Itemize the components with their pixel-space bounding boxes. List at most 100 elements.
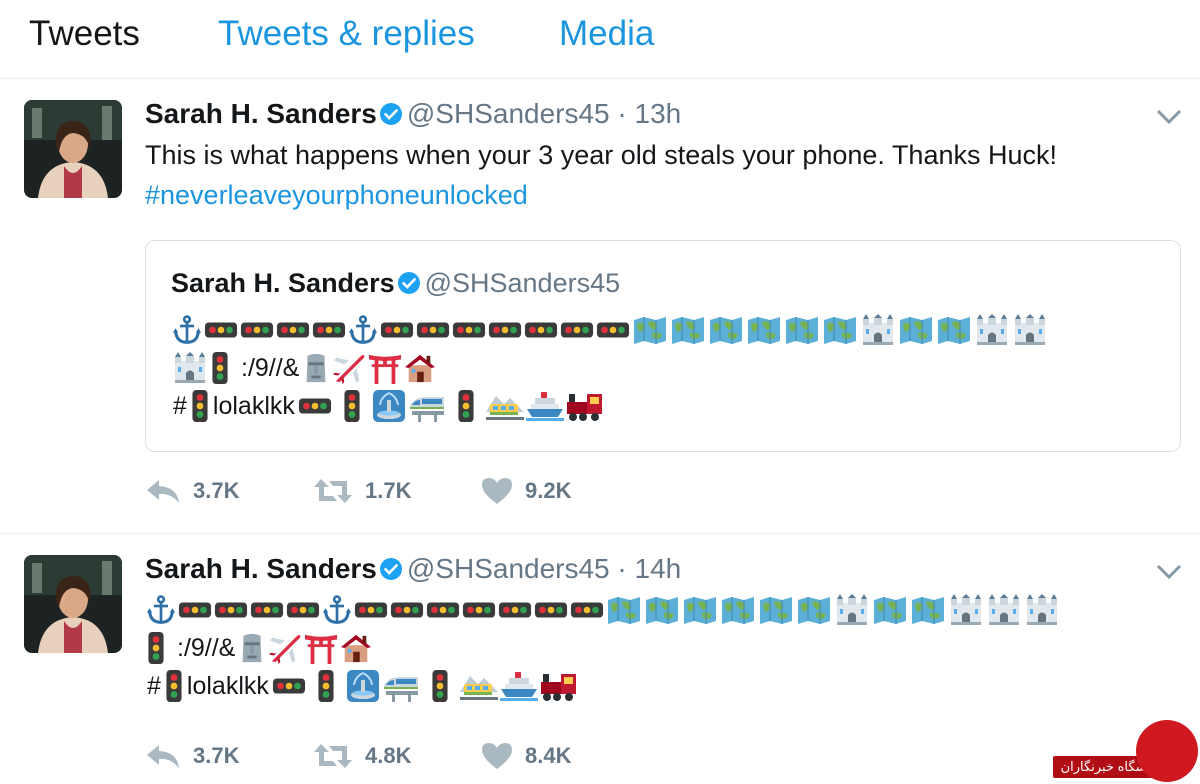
author-name[interactable]: Sarah H. Sanders [145,553,377,584]
anchor-icon [146,594,176,626]
mountain-railway-icon [460,670,498,702]
emoji-row-1 [171,311,1049,349]
quoted-tweet[interactable]: Sarah H. Sanders @SHSanders45:/9//& # l… [145,240,1181,452]
like-count: 9.2K [525,478,572,503]
horizontal-traffic-light-icon [524,320,558,340]
separator: · [617,98,627,129]
vertical-traffic-light-icon [210,351,230,385]
castle-icon [974,314,1010,346]
timestamp[interactable]: 14h [635,553,682,584]
world-map-icon [708,315,744,345]
reply-button[interactable]: 3.7K [145,477,239,505]
world-map-icon [632,315,668,345]
author-handle[interactable]: @SHSanders45 [407,553,610,584]
verified-badge-icon [379,555,403,589]
horizontal-traffic-light-icon [178,600,212,620]
horizontal-traffic-light-icon [534,600,568,620]
author-name[interactable]: Sarah H. Sanders [145,98,377,129]
like-button[interactable]: 9.2K [481,477,571,505]
vertical-traffic-light-icon [146,631,166,665]
tweet[interactable]: Sarah H. Sanders @SHSanders45 · 13h This … [0,79,1200,534]
horizontal-traffic-light-icon [286,600,320,620]
horizontal-traffic-light-icon [390,600,424,620]
like-button[interactable]: 8.4K [481,742,571,770]
anchor-icon [322,594,352,626]
horizontal-traffic-light-icon [298,396,332,416]
world-map-icon [758,595,794,625]
caret-down-icon[interactable] [1156,109,1182,130]
quoted-author-handle: @SHSanders45 [424,268,621,298]
horizontal-traffic-light-icon [272,676,306,696]
reply-button[interactable]: 3.7K [145,742,239,770]
horizontal-traffic-light-icon [214,600,248,620]
watermark-circle [1136,720,1198,782]
caret-down-icon[interactable] [1156,564,1182,585]
vertical-traffic-light-icon [164,669,184,703]
locomotive-icon [540,669,578,703]
horizontal-traffic-light-icon [426,600,460,620]
avatar[interactable] [24,555,122,653]
tweet-text-fragment: # [147,672,161,700]
castle-icon [860,314,896,346]
world-map-icon [670,315,706,345]
verified-badge-icon [397,269,421,303]
tweet-text: :/9//& # lolaklkk [145,591,1061,705]
heart-icon [482,743,512,769]
horizontal-traffic-light-icon [240,320,274,340]
horizontal-traffic-light-icon [462,600,496,620]
world-map-icon [784,315,820,345]
tab-tweets-and-replies[interactable]: Tweets & replies [218,14,475,54]
verified-badge-icon [379,100,403,134]
horizontal-traffic-light-icon [560,320,594,340]
world-map-icon [644,595,680,625]
castle-icon [1012,314,1048,346]
house-icon [404,353,436,383]
horizontal-traffic-light-icon [596,320,630,340]
vertical-traffic-light-icon [316,669,336,703]
horizontal-traffic-light-icon [570,600,604,620]
world-map-icon [746,315,782,345]
emoji-row-1 [145,591,1061,629]
tweet-body: This is what happens when your 3 year ol… [145,140,1058,170]
timestamp[interactable]: 13h [635,98,682,129]
reply-count: 3.7K [193,743,240,768]
retweet-icon [314,744,352,768]
horizontal-traffic-light-icon [416,320,450,340]
vertical-traffic-light-icon [342,389,362,423]
vertical-traffic-light-icon [430,669,450,703]
world-map-icon [872,595,908,625]
moai-icon [238,632,266,664]
profile-tabs: Tweets Tweets & replies Media [0,0,1200,79]
castle-icon [1024,594,1060,626]
moai-icon [302,352,330,384]
monorail-icon [408,390,446,422]
retweet-button[interactable]: 4.8K [313,742,411,770]
world-map-icon [682,595,718,625]
emoji-row-2: :/9//& [171,349,1049,387]
mountain-railway-icon [486,390,524,422]
locomotive-icon [566,389,604,423]
tweet-header: Sarah H. Sanders @SHSanders45 · 14h [145,552,681,589]
tab-media[interactable]: Media [559,14,654,54]
tweet-text-fragment: lolaklkk [186,672,269,700]
horizontal-traffic-light-icon [312,320,346,340]
vertical-traffic-light-icon [190,389,210,423]
retweet-button[interactable]: 1.7K [313,477,411,505]
monorail-icon [382,670,420,702]
reply-icon [147,480,179,503]
like-count: 8.4K [525,743,572,768]
retweet-count: 1.7K [365,478,412,503]
avatar[interactable] [24,100,122,198]
horizontal-traffic-light-icon [380,320,414,340]
hashtag-link[interactable]: #neverleaveyourphoneunlocked [145,175,1057,215]
tab-tweets[interactable]: Tweets [29,14,140,54]
tweet-text-fragment: :/9//& [177,634,236,662]
retweet-icon [314,479,352,503]
quoted-tweet-body: :/9//& # lolaklkk [171,311,1049,425]
author-handle[interactable]: @SHSanders45 [407,98,610,129]
torii-gate-icon [304,632,338,664]
airplane-icon [268,631,302,665]
vertical-traffic-light-icon [456,389,476,423]
world-map-icon [936,315,972,345]
tweet[interactable]: Sarah H. Sanders @SHSanders45 · 14h:/9/… [0,534,1200,784]
